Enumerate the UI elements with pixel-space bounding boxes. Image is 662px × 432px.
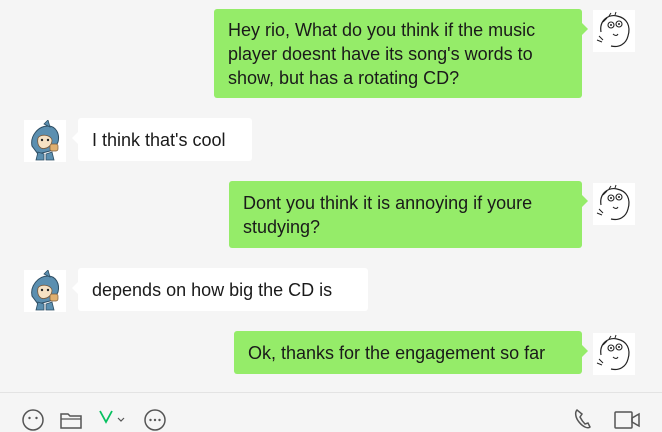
message-text: depends on how big the CD is [92, 279, 333, 300]
my-avatar[interactable] [593, 333, 635, 375]
message-text: Hey rio, What do you think if the music … [228, 19, 536, 88]
my-avatar[interactable] [593, 10, 635, 52]
chat-message-area: Hey rio, What do you think if the music … [0, 0, 662, 392]
contact-avatar[interactable] [24, 120, 66, 162]
message-text: Ok, thanks for the engagement so far [248, 342, 546, 363]
message-bubble-sent[interactable]: Ok, thanks for the engagement so far [234, 331, 588, 374]
emoji-button[interactable] [21, 408, 45, 432]
message-bubble-sent[interactable]: Hey rio, What do you think if the music … [214, 9, 588, 98]
folder-icon [60, 413, 82, 429]
my-avatar[interactable] [593, 183, 635, 225]
shark-costume-cat-icon [31, 120, 59, 161]
emoji-icon [22, 409, 44, 431]
message-bubble-sent[interactable]: Dont you think it is annoying if youre s… [229, 181, 588, 248]
screenshot-button[interactable] [97, 408, 127, 432]
video-call-icon [614, 411, 640, 429]
message-bubble-received[interactable]: depends on how big the CD is [72, 268, 368, 311]
scissors-icon [99, 410, 125, 424]
doodle-face-icon [596, 184, 630, 221]
chat-history-button[interactable] [143, 408, 167, 432]
chat-history-icon [144, 409, 166, 431]
doodle-face-icon [596, 11, 630, 48]
send-file-button[interactable] [59, 408, 83, 432]
message-text: Dont you think it is annoying if youre s… [243, 192, 533, 237]
voice-call-button[interactable] [572, 408, 594, 432]
video-call-button[interactable] [613, 408, 641, 432]
message-text: I think that's cool [92, 129, 226, 150]
input-toolbar [0, 393, 662, 431]
shark-costume-cat-icon [31, 270, 59, 311]
phone-icon [574, 408, 591, 429]
doodle-face-icon [596, 334, 630, 371]
message-bubble-received[interactable]: I think that's cool [72, 118, 252, 161]
contact-avatar[interactable] [24, 270, 66, 312]
